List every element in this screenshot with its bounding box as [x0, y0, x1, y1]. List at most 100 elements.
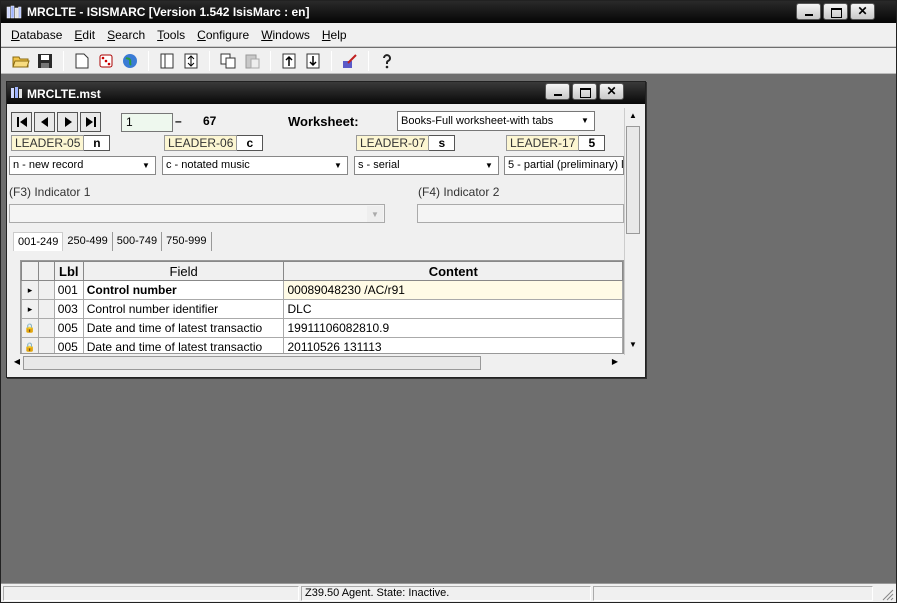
scroll-left-icon[interactable]: ◀ — [11, 357, 23, 366]
books-icon — [6, 5, 22, 19]
menu-configure[interactable]: Configure — [191, 28, 255, 42]
indicator-2-select[interactable] — [417, 204, 624, 223]
encoding-level-combo[interactable]: 5 - partial (preliminary) level — [504, 156, 624, 175]
menu-tools-label: ools — [163, 27, 186, 42]
scroll-down-icon[interactable]: ▼ — [627, 340, 639, 352]
last-record-button[interactable] — [80, 112, 101, 132]
record-type-combo[interactable]: c - notated music ▼ — [162, 156, 348, 175]
child-close-button[interactable]: ✕ — [599, 83, 624, 100]
chevron-down-icon[interactable]: ▼ — [577, 113, 593, 129]
vertical-scrollbar[interactable]: ▲ ▼ — [624, 108, 641, 355]
help-icon[interactable] — [377, 51, 397, 71]
scroll-up-icon[interactable]: ▲ — [627, 111, 639, 123]
status-segment-right — [593, 586, 873, 601]
save-icon[interactable] — [35, 51, 55, 71]
dice-icon[interactable] — [96, 51, 116, 71]
row-lbl: 001 — [53, 280, 84, 300]
horizontal-scrollbar[interactable]: ◀ ▶ — [9, 355, 623, 371]
menu-database[interactable]: Database — [5, 28, 68, 42]
toolbar-separator — [63, 50, 64, 71]
table-row[interactable]: ▸ 001 Control number 00089048230 /AC/r91 — [21, 280, 623, 300]
field-grid: Lbl Field Content ▸ 001 Control number 0… — [20, 260, 624, 354]
next-icon — [64, 117, 72, 127]
tab-250-499[interactable]: 250-499 — [63, 232, 113, 251]
chevron-down-icon[interactable]: ▼ — [330, 158, 346, 173]
arrow-down-export-icon[interactable] — [303, 51, 323, 71]
field-table: Lbl Field Content ▸ 001 Control number 0… — [21, 261, 623, 353]
main-title-bar[interactable]: MRCLTE - ISISMARC [Version 1.542 IsisMar… — [1, 1, 896, 23]
menu-database-label: atabase — [19, 27, 63, 42]
new-document-icon[interactable] — [72, 51, 92, 71]
leader-17-value[interactable]: 5 — [579, 135, 606, 151]
indicator-1-label: (F3) Indicator 1 — [9, 185, 91, 199]
menu-windows[interactable]: Windows — [255, 28, 316, 42]
globe-icon[interactable] — [120, 51, 140, 71]
last-icon — [85, 117, 96, 127]
prev-record-button[interactable] — [34, 112, 55, 132]
row-lbl: 003 — [53, 299, 84, 319]
header-lbl[interactable]: Lbl — [53, 261, 84, 281]
menu-help-label: elp — [330, 27, 347, 42]
row-lbl: 005 — [53, 337, 84, 353]
header-field[interactable]: Field — [82, 261, 285, 281]
record-type-value: c - notated music — [166, 159, 250, 171]
row-content[interactable]: 00089048230 /AC/r91 — [283, 280, 623, 300]
worksheet-select[interactable]: Books-Full worksheet-with tabs ▼ — [397, 111, 595, 131]
bibliographic-level-combo[interactable]: s - serial ▼ — [354, 156, 499, 175]
tab-500-749[interactable]: 500-749 — [113, 232, 163, 251]
chevron-down-icon[interactable]: ▼ — [481, 158, 497, 173]
table-row[interactable]: 🔒 005 Date and time of latest transactio… — [21, 318, 623, 338]
menu-tools[interactable]: Tools — [151, 28, 191, 42]
menu-edit[interactable]: Edit — [68, 28, 101, 42]
row-field: Control number — [82, 280, 285, 300]
first-record-button[interactable] — [11, 112, 32, 132]
table-row[interactable]: 🔒 005 Date and time of latest transactio… — [21, 337, 623, 353]
resize-vertical-icon[interactable] — [181, 51, 201, 71]
scroll-thumb[interactable] — [626, 126, 640, 234]
record-status-combo[interactable]: n - new record ▼ — [9, 156, 156, 175]
row-arrow-icon: ▸ — [21, 299, 39, 319]
arrow-up-import-icon[interactable] — [279, 51, 299, 71]
menu-help[interactable]: Help — [316, 28, 353, 42]
copy-icon[interactable] — [218, 51, 238, 71]
paste-icon[interactable] — [242, 51, 262, 71]
child-title-bar[interactable]: MRCLTE.mst ✕ — [7, 82, 645, 104]
record-number-input[interactable]: 1 — [121, 113, 173, 132]
menu-configure-accel: C — [197, 27, 206, 42]
indicator-1-select[interactable]: ▼ — [9, 204, 385, 223]
row-blank-cell — [37, 299, 55, 319]
leader-05-value[interactable]: n — [84, 135, 111, 151]
next-record-button[interactable] — [57, 112, 78, 132]
isismarc-application: MRCLTE - ISISMARC [Version 1.542 IsisMar… — [0, 0, 897, 603]
resize-grip-icon[interactable] — [881, 588, 894, 601]
status-agent: Z39.50 Agent. State: Inactive. — [301, 586, 591, 601]
panel-icon[interactable] — [157, 51, 177, 71]
child-maximize-button[interactable] — [572, 83, 597, 100]
row-content[interactable]: 20110526 131113 — [283, 337, 623, 353]
chevron-down-icon[interactable]: ▼ — [367, 206, 383, 222]
table-header-row: Lbl Field Content — [21, 261, 623, 281]
edit-tool-icon[interactable] — [340, 51, 360, 71]
leader-05-label: LEADER-05 — [11, 135, 85, 151]
scroll-right-icon[interactable]: ▶ — [609, 357, 621, 366]
first-icon — [16, 117, 27, 127]
leader-07-value[interactable]: s — [429, 135, 456, 151]
leader-17-label: LEADER-17 — [506, 135, 580, 151]
tab-001-249[interactable]: 001-249 — [13, 232, 64, 251]
child-minimize-button[interactable] — [545, 83, 570, 100]
hscroll-thumb[interactable] — [23, 356, 481, 370]
row-content[interactable]: 19911106082810.9 — [283, 318, 623, 338]
chevron-down-icon[interactable]: ▼ — [138, 158, 154, 173]
maximize-button[interactable] — [823, 3, 848, 20]
header-content[interactable]: Content — [283, 261, 623, 281]
row-content[interactable]: DLC — [283, 299, 623, 319]
open-folder-icon[interactable] — [11, 51, 31, 71]
leader-07-label: LEADER-07 — [356, 135, 430, 151]
menu-search[interactable]: Search — [101, 28, 151, 42]
close-button[interactable]: ✕ — [850, 3, 875, 20]
table-row[interactable]: ▸ 003 Control number identifier DLC — [21, 299, 623, 319]
leader-06-value[interactable]: c — [237, 135, 264, 151]
tab-750-999[interactable]: 750-999 — [162, 232, 212, 251]
menu-edit-label: dit — [82, 27, 96, 42]
minimize-button[interactable] — [796, 3, 821, 20]
